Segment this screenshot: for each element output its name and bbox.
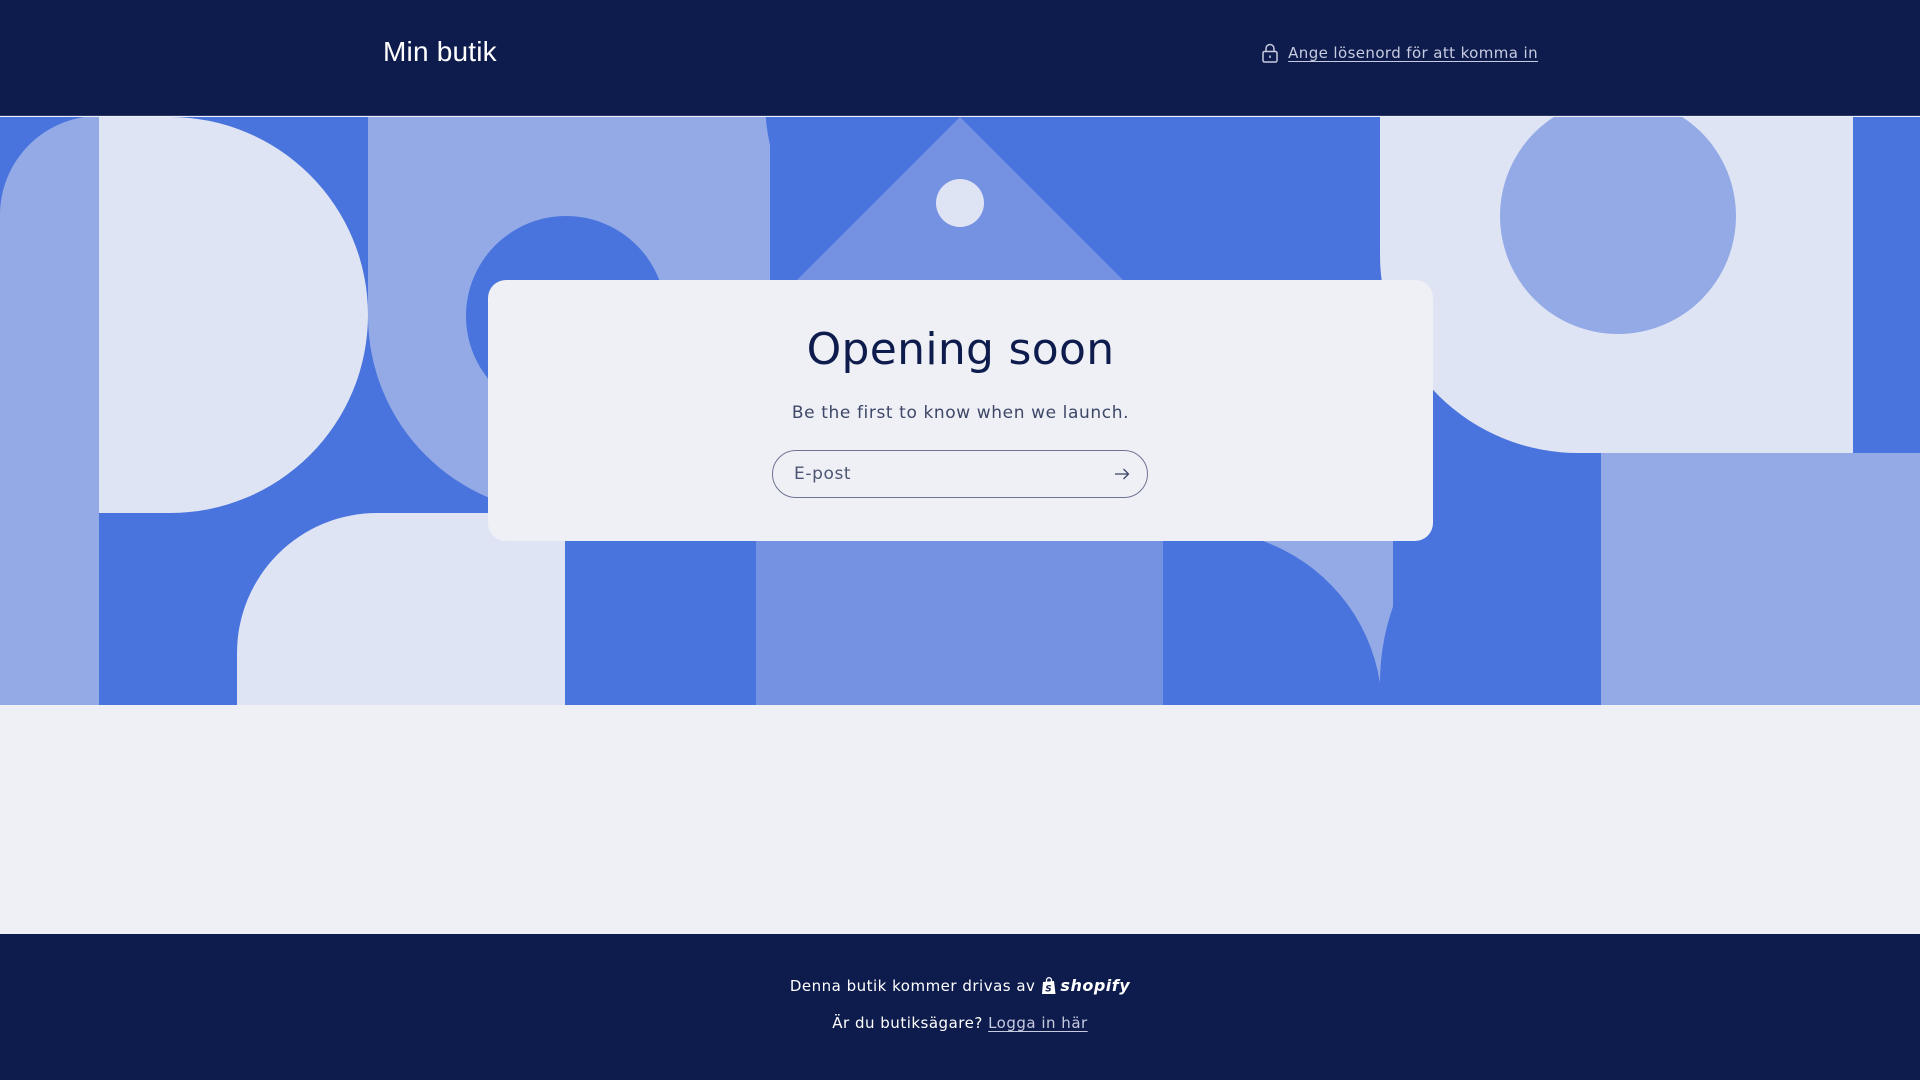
opening-soon-card: Opening soon Be the first to know when w… bbox=[488, 280, 1433, 541]
shopify-bag-icon: S bbox=[1042, 976, 1056, 994]
lock-icon bbox=[1261, 43, 1279, 63]
footer: Denna butik kommer drivas av S shopify Ä… bbox=[0, 934, 1920, 1080]
enter-password-link[interactable]: Ange lösenord för att komma in bbox=[1261, 43, 1538, 63]
owner-question: Är du butiksägare? bbox=[832, 1014, 983, 1032]
owner-login-line: Är du butiksägare? Logga in här bbox=[0, 1014, 1920, 1032]
arrow-right-icon bbox=[1115, 468, 1130, 480]
store-name[interactable]: Min butik bbox=[383, 36, 497, 68]
shopify-logo[interactable]: S shopify bbox=[1041, 976, 1130, 995]
email-field[interactable] bbox=[794, 464, 1084, 484]
powered-by-text: Denna butik kommer drivas av bbox=[789, 976, 1036, 995]
svg-text:S: S bbox=[1046, 984, 1053, 994]
header: Min butik Ange lösenord för att komma in bbox=[0, 0, 1920, 116]
submit-button[interactable] bbox=[1111, 463, 1133, 485]
powered-by: Denna butik kommer drivas av S shopify bbox=[0, 976, 1920, 995]
login-link[interactable]: Logga in här bbox=[988, 1014, 1088, 1032]
email-form bbox=[772, 450, 1148, 498]
shopify-wordmark: shopify bbox=[1060, 976, 1131, 995]
page-subtitle: Be the first to know when we launch. bbox=[791, 403, 1130, 423]
page-title: Opening soon bbox=[806, 324, 1115, 375]
enter-password-label: Ange lösenord för att komma in bbox=[1288, 44, 1538, 62]
